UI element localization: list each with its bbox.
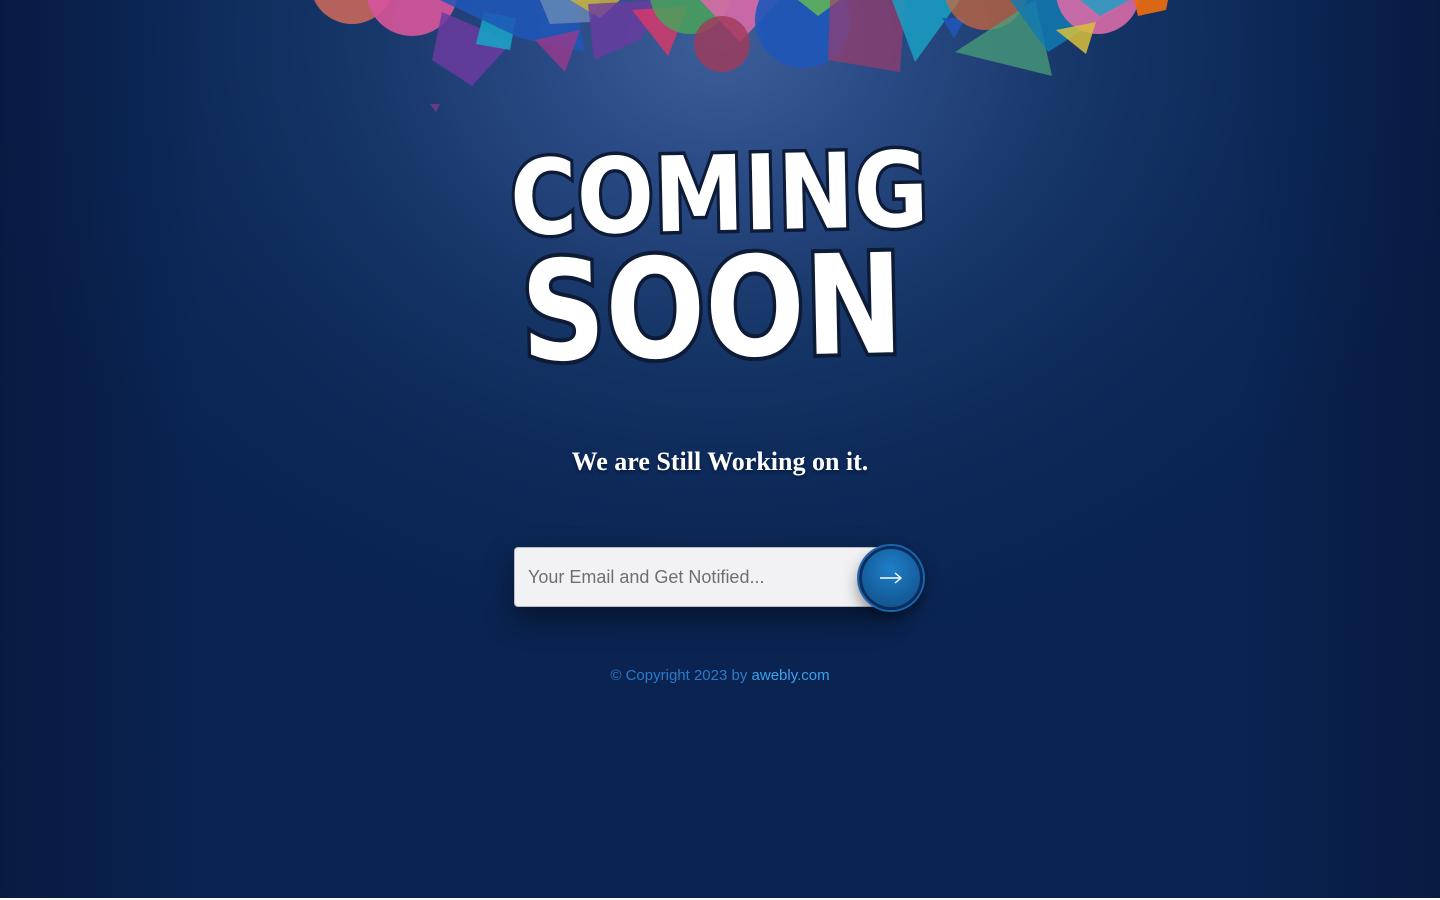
notify-submit-button[interactable] (859, 546, 923, 610)
copyright-footer: © Copyright 2023 by awebly.com (0, 666, 1440, 686)
notify-form (514, 546, 924, 610)
tagline: We are Still Working on it. (571, 447, 869, 476)
footer-link-awebly[interactable]: awebly.com (752, 667, 830, 684)
copyright-text: © Copyright 2023 by (610, 667, 752, 684)
arrow-right-icon (880, 572, 903, 584)
headline-line-soon: SOON (519, 224, 904, 388)
confetti-shapes-decoration (314, 0, 1168, 112)
coming-soon-page: COMING SOON We are Still Working on it. … (0, 0, 1440, 900)
coming-soon-headline: COMING SOON (506, 125, 933, 388)
email-field[interactable] (514, 547, 886, 607)
